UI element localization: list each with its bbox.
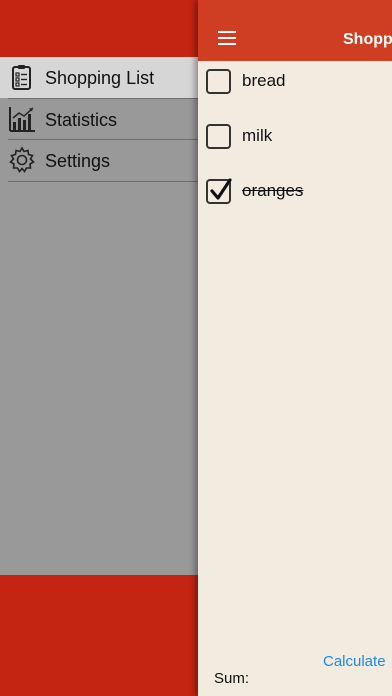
list-item[interactable]: bread — [206, 69, 392, 99]
sidebar-item-settings[interactable]: Settings — [0, 140, 198, 181]
item-label: milk — [242, 126, 273, 145]
item-checkbox-checked[interactable] — [206, 178, 232, 204]
sidebar-item-label: Statistics — [45, 110, 118, 130]
sidebar-item-label: Shopping List — [45, 68, 155, 88]
gear-icon — [9, 146, 35, 173]
sum-label: Sum: — [214, 670, 250, 687]
clipboard-list-icon — [12, 65, 31, 90]
list-item[interactable]: milk — [206, 124, 392, 154]
list-item[interactable]: oranges — [206, 178, 392, 209]
sidebar-item-shopping-list[interactable]: Shopping List — [0, 57, 198, 98]
item-checkbox[interactable] — [206, 124, 231, 149]
item-label: oranges — [242, 181, 304, 200]
menu-divider — [8, 181, 198, 182]
page-title: Shopping List — [343, 31, 392, 48]
navigation-bar: Shopping List — [198, 0, 392, 61]
shopping-list-screen: Shopping List bread milk oranges Calcula… — [198, 0, 392, 696]
sidebar-item-statistics[interactable]: Statistics — [0, 99, 198, 140]
calculate-button[interactable]: Calculate — [323, 653, 386, 670]
item-label: bread — [242, 71, 286, 90]
bar-chart-icon — [9, 107, 35, 132]
item-checkbox[interactable] — [206, 69, 231, 94]
menu-header — [0, 0, 198, 57]
menu-footer — [0, 575, 198, 696]
sidebar-item-label: Settings — [45, 151, 111, 171]
hamburger-icon[interactable] — [218, 31, 236, 45]
side-menu: Shopping List Statistics Settings — [0, 57, 198, 575]
checkmark-icon — [210, 178, 232, 200]
